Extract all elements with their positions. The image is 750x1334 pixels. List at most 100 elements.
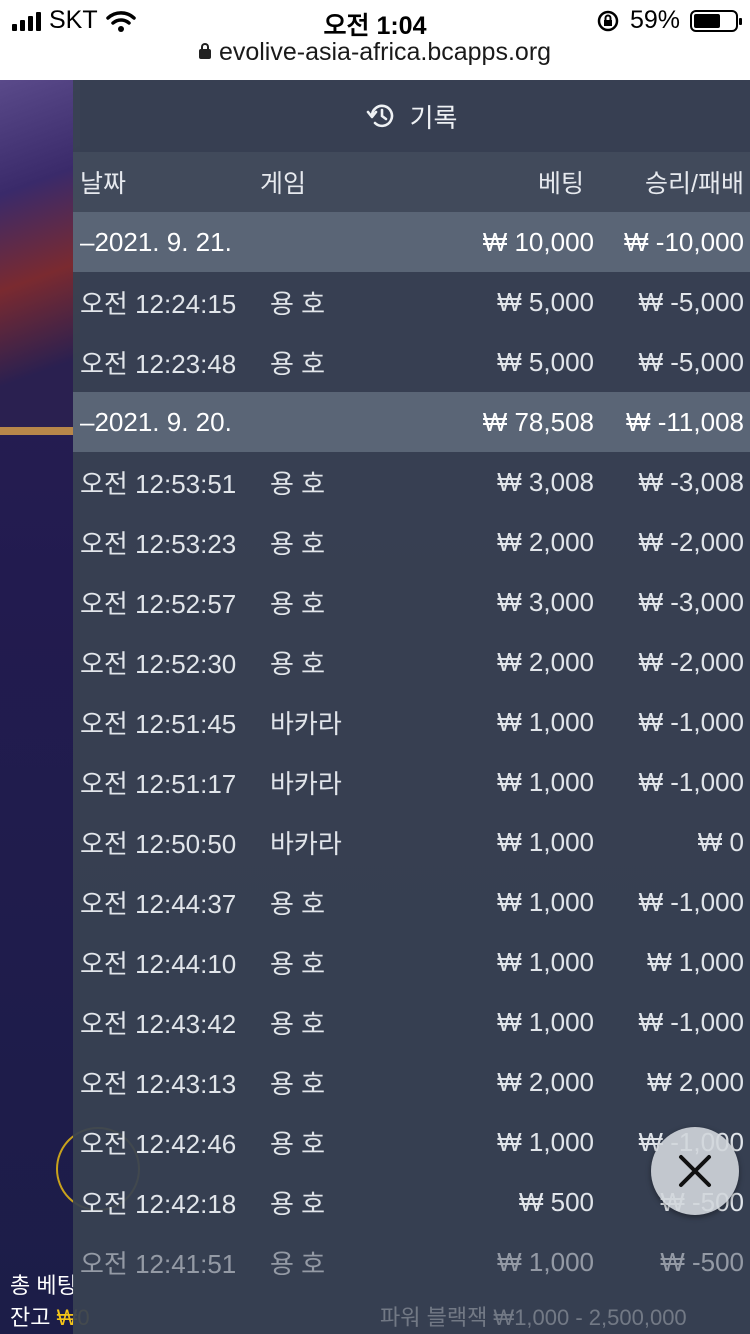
close-icon [679, 1155, 711, 1187]
group-bet: ₩ 78,508 [482, 406, 594, 437]
battery-icon [690, 9, 742, 32]
row-time: 오전 12:42:18 [80, 1188, 237, 1219]
row-bet: ₩ 5,000 [497, 346, 594, 377]
address-bar[interactable]: evolive-asia-africa.bcapps.org [0, 38, 750, 67]
row-winloss: ₩ -5,000 [638, 286, 745, 317]
row-time: 오전 12:41:51 [80, 1248, 237, 1279]
col-bet: 베팅 [537, 170, 584, 198]
history-row[interactable]: 오전 12:44:37 용 호 ₩ 1,000 ₩ -1,000 [73, 872, 750, 932]
row-bet: ₩ 1,000 [497, 1246, 594, 1277]
total-bet-label: 총 베팅 [10, 1273, 77, 1298]
row-time: 오전 12:53:51 [80, 468, 237, 499]
row-game: 용 호 [270, 1188, 326, 1219]
row-bet: ₩ 1,000 [497, 706, 594, 737]
row-game: 용 호 [270, 1068, 326, 1099]
row-bet: ₩ 1,000 [497, 1126, 594, 1157]
history-row[interactable]: 오전 12:51:45 바카라 ₩ 1,000 ₩ -1,000 [73, 692, 750, 752]
row-winloss: ₩ 0 [697, 826, 744, 857]
history-row[interactable]: 오전 12:53:23 용 호 ₩ 2,000 ₩ -2,000 [73, 512, 750, 572]
group-date: –2021. 9. 20. [80, 406, 232, 437]
history-row[interactable]: 오전 12:53:51 용 호 ₩ 3,008 ₩ -3,008 [73, 452, 750, 512]
row-game: 용 호 [270, 588, 326, 619]
history-list[interactable]: –2021. 9. 21. ₩ 10,000 ₩ -10,000 오전 12:2… [73, 212, 750, 1292]
row-bet: ₩ 1,000 [497, 826, 594, 857]
row-time: 오전 12:23:48 [80, 348, 237, 379]
group-winloss: ₩ -10,000 [624, 226, 744, 257]
row-winloss: ₩ -2,000 [638, 646, 745, 677]
history-panel: 기록 날짜 게임 베팅 승리/패배 –2021. 9. 21. ₩ 10,000… [73, 80, 750, 1334]
col-date: 날짜 [80, 170, 127, 198]
history-row[interactable]: 오전 12:42:46용 호₩ 1,000₩ -1,000 [73, 1112, 750, 1172]
row-time: 오전 12:51:45 [80, 708, 237, 739]
row-bet: ₩ 2,000 [497, 646, 594, 677]
col-winloss: 승리/패배 [645, 170, 744, 198]
group-bet: ₩ 10,000 [482, 226, 594, 257]
row-winloss: ₩ 1,000 [647, 946, 744, 977]
group-date: –2021. 9. 21. [80, 226, 232, 257]
row-game: 용 호 [270, 888, 326, 919]
history-row[interactable]: 오전 12:23:48 용 호 ₩ 5,000 ₩ -5,000 [73, 332, 750, 392]
row-game: 용 호 [270, 1248, 326, 1279]
row-time: 오전 12:42:46 [80, 1128, 237, 1159]
row-bet: ₩ 1,000 [497, 1006, 594, 1037]
table-limit-text: 파워 블랙잭 ₩1,000 - 2,500,000 [380, 1305, 687, 1330]
row-winloss: ₩ -3,008 [638, 466, 745, 497]
row-time: 오전 12:43:13 [80, 1068, 237, 1099]
col-game: 게임 [260, 170, 307, 198]
history-icon [366, 104, 393, 128]
row-time: 오전 12:44:10 [80, 948, 237, 979]
history-row[interactable]: 오전 12:41:51 용 호 ₩ 1,000 ₩ -500 [73, 1232, 750, 1292]
row-winloss: ₩ -1,000 [638, 886, 745, 917]
row-game: 용 호 [270, 1128, 326, 1159]
status-right: 59% [596, 6, 742, 35]
row-game: 용 호 [270, 648, 326, 679]
status-bar: SKT 오전 1:04 59% evolive-asia-africa.bcap… [0, 0, 750, 80]
history-row[interactable]: 오전 12:43:42 용 호 ₩ 1,000 ₩ -1,000 [73, 992, 750, 1052]
history-row[interactable]: 오전 12:50:50 바카라 ₩ 1,000 ₩ 0 [73, 812, 750, 872]
row-bet: ₩ 3,000 [497, 586, 594, 617]
panel-title: 기록 [409, 102, 458, 133]
row-winloss: ₩ -1,000 [638, 766, 745, 797]
row-winloss: ₩ -1,000 [638, 1006, 745, 1037]
date-group-header[interactable]: –2021. 9. 21. ₩ 10,000 ₩ -10,000 [73, 212, 750, 272]
url-text: evolive-asia-africa.bcapps.org [218, 38, 552, 66]
row-time: 오전 12:44:37 [80, 888, 237, 919]
orientation-lock-icon [597, 10, 619, 31]
row-game: 용 호 [270, 348, 326, 379]
row-winloss: ₩ -5,000 [638, 346, 745, 377]
row-winloss: ₩ -1,000 [638, 706, 745, 737]
row-game: 바카라 [270, 708, 342, 739]
battery-percent: 59% [629, 6, 680, 34]
history-row[interactable]: 오전 12:52:30 용 호 ₩ 2,000 ₩ -2,000 [73, 632, 750, 692]
history-row[interactable]: 오전 12:44:10 용 호 ₩ 1,000 ₩ 1,000 [73, 932, 750, 992]
row-bet: ₩ 1,000 [497, 886, 594, 917]
row-game: 용 호 [270, 468, 326, 499]
group-winloss: ₩ -11,008 [625, 406, 744, 437]
row-winloss: ₩ -2,000 [638, 526, 745, 557]
history-row[interactable]: 오전 12:52:57 용 호 ₩ 3,000 ₩ -3,000 [73, 572, 750, 632]
row-game: 바카라 [270, 768, 342, 799]
history-row[interactable]: 오전 12:51:17 바카라 ₩ 1,000 ₩ -1,000 [73, 752, 750, 812]
column-header: 날짜 게임 베팅 승리/패배 [73, 152, 750, 212]
row-winloss: ₩ -3,000 [638, 586, 745, 617]
row-bet: ₩ 500 [518, 1186, 594, 1217]
history-row[interactable]: 오전 12:43:13 용 호 ₩ 2,000 ₩ 2,000 [73, 1052, 750, 1112]
row-bet: ₩ 5,000 [497, 286, 594, 317]
row-time: 오전 12:51:17 [80, 768, 237, 799]
row-bet: ₩ 2,000 [497, 1066, 594, 1097]
history-row[interactable]: 오전 12:24:15 용 호 ₩ 5,000 ₩ -5,000 [73, 272, 750, 332]
row-winloss: ₩ 2,000 [647, 1066, 744, 1097]
dealer-video-art [0, 80, 80, 435]
history-row[interactable]: 오전 12:42:18용 호₩ 500₩ -500 [73, 1172, 750, 1232]
row-game: 용 호 [270, 288, 326, 319]
row-time: 오전 12:24:15 [80, 288, 237, 319]
row-game: 용 호 [270, 528, 326, 559]
row-bet: ₩ 1,000 [497, 946, 594, 977]
row-winloss: ₩ -500 [660, 1246, 744, 1277]
panel-header: 기록 [73, 80, 750, 152]
row-time: 오전 12:53:23 [80, 528, 237, 559]
close-button[interactable] [651, 1127, 739, 1215]
row-game: 용 호 [270, 948, 326, 979]
date-group-header[interactable]: –2021. 9. 20. ₩ 78,508 ₩ -11,008 [73, 392, 750, 452]
row-game: 용 호 [270, 1008, 326, 1039]
